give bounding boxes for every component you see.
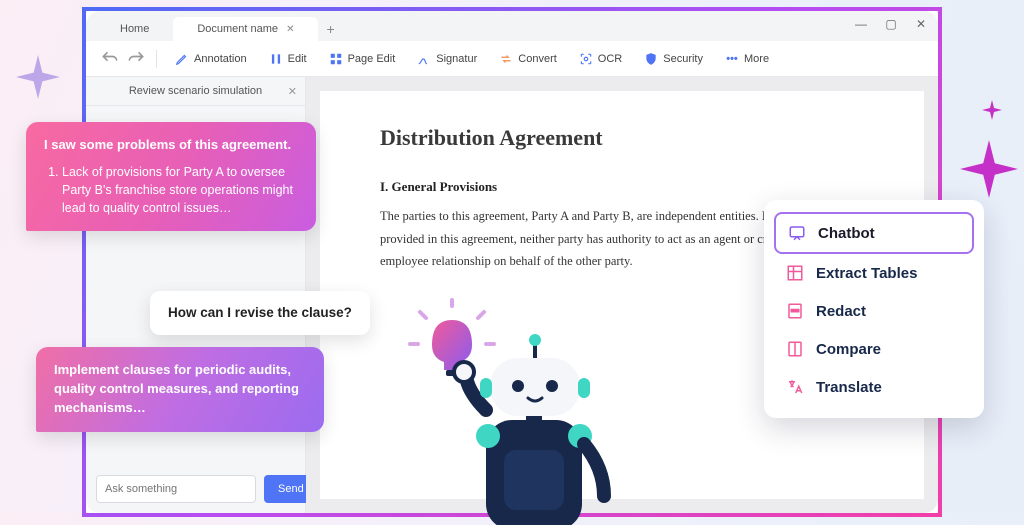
signature-icon — [417, 52, 431, 66]
bubble-list-item: Lack of provisions for Party A to overse… — [62, 163, 298, 217]
user-question-bubble: How can I revise the clause? — [150, 291, 370, 335]
undo-button[interactable] — [100, 49, 120, 69]
compare-icon — [786, 340, 804, 358]
menu-item-translate[interactable]: Translate — [774, 368, 974, 406]
toolbar-annotation[interactable]: Annotation — [167, 48, 255, 70]
menu-label: Redact — [816, 303, 866, 320]
menu-item-extract[interactable]: Extract Tables — [774, 254, 974, 292]
panel-title: Review scenario simulation — [129, 85, 262, 97]
menu-item-compare[interactable]: Compare — [774, 330, 974, 368]
redact-icon — [786, 302, 804, 320]
maximize-button[interactable]: ▢ — [884, 17, 898, 31]
toolbar-signature[interactable]: Signatur — [409, 48, 485, 70]
close-panel-icon[interactable]: ✕ — [288, 85, 297, 98]
grid-icon — [329, 52, 343, 66]
redo-button[interactable] — [126, 49, 146, 69]
menu-item-redact[interactable]: Redact — [774, 292, 974, 330]
toolbar-convert[interactable]: Convert — [491, 48, 565, 70]
shield-icon — [644, 52, 658, 66]
tab-label: Home — [120, 23, 149, 35]
tab-home[interactable]: Home — [96, 17, 173, 41]
ai-feature-menu: Chatbot Extract Tables Redact Compare Tr… — [764, 200, 984, 418]
robot-illustration — [408, 300, 628, 520]
convert-icon — [499, 52, 513, 66]
bubble-text: How can I revise the clause? — [168, 305, 352, 320]
ai-response-bubble-1: I saw some problems of this agreement. L… — [26, 122, 316, 231]
minimize-button[interactable]: — — [854, 17, 868, 31]
toolbar-edit[interactable]: Edit — [261, 48, 315, 70]
menu-label: Extract Tables — [816, 265, 917, 282]
doc-title: Distribution Agreement — [380, 125, 864, 151]
menu-label: Compare — [816, 341, 881, 358]
translate-icon — [786, 378, 804, 396]
add-tab-button[interactable]: + — [318, 17, 342, 41]
window-controls: — ▢ ✕ — [854, 17, 928, 31]
table-icon — [786, 264, 804, 282]
bubble-text: I saw some problems of this agreement. — [44, 136, 298, 155]
toolbar: Annotation Edit Page Edit Signatur Conve… — [86, 41, 938, 77]
sparkle-icon — [16, 55, 60, 99]
ocr-icon — [579, 52, 593, 66]
close-tab-icon[interactable]: ✕ — [286, 24, 294, 35]
ask-input[interactable] — [96, 475, 256, 503]
menu-label: Translate — [816, 379, 882, 396]
chat-icon — [788, 224, 806, 242]
doc-section-heading: I. General Provisions — [380, 179, 864, 195]
ai-response-bubble-2: Implement clauses for periodic audits, q… — [36, 347, 324, 432]
menu-item-chatbot[interactable]: Chatbot — [774, 212, 974, 254]
toolbar-ocr[interactable]: OCR — [571, 48, 630, 70]
menu-label: Chatbot — [818, 225, 875, 242]
sparkle-icon — [982, 100, 1002, 120]
bubble-text: Implement clauses for periodic audits, q… — [54, 362, 299, 415]
panel-header: Review scenario simulation ✕ — [86, 77, 305, 106]
toolbar-more[interactable]: •••More — [717, 48, 777, 70]
tab-bar: Home Document name ✕ + — ▢ ✕ — [86, 11, 938, 41]
tab-document[interactable]: Document name ✕ — [173, 17, 318, 41]
close-button[interactable]: ✕ — [914, 17, 928, 31]
edit-icon — [269, 52, 283, 66]
sparkle-icon — [960, 140, 1018, 198]
pencil-icon — [175, 52, 189, 66]
toolbar-security[interactable]: Security — [636, 48, 711, 70]
toolbar-page-edit[interactable]: Page Edit — [321, 48, 404, 70]
tab-label: Document name — [197, 23, 278, 35]
more-icon: ••• — [725, 52, 739, 66]
